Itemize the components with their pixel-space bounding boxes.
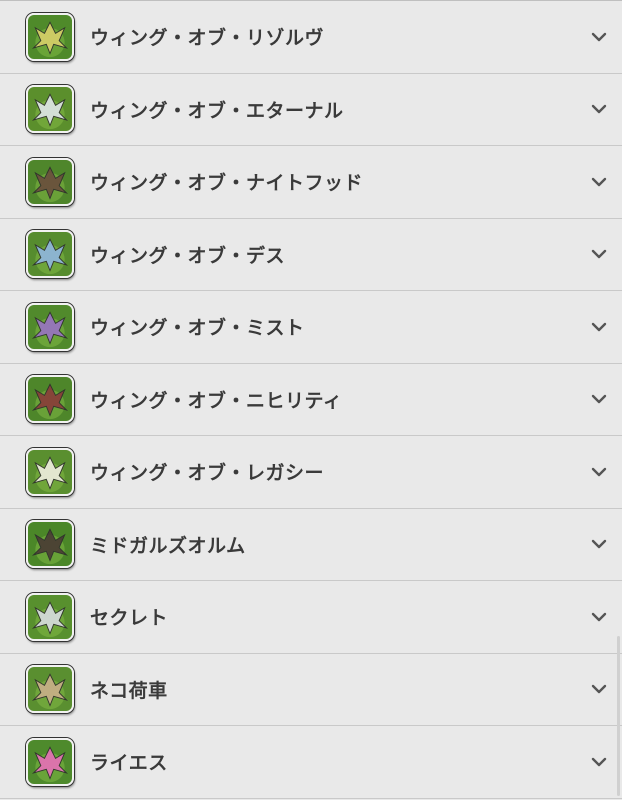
chevron-down-icon[interactable] [590,608,608,626]
wing-of-eternal-icon [26,85,74,134]
wing-of-death-icon [26,230,74,279]
accordion-item-label: ウィング・オブ・ナイトフッド [90,172,364,195]
accordion-item-label: ライエス [90,752,168,775]
accordion-item-label: ミドガルズオルム [90,534,246,557]
sekhret-icon [26,592,74,641]
accordion-item[interactable]: ウィング・オブ・レガシー [0,436,622,509]
accordion-item-label: ウィング・オブ・ニヒリティ [90,389,343,412]
chevron-down-icon[interactable] [590,753,608,771]
accordion-item[interactable]: ウィング・オブ・デス [0,218,622,291]
accordion-item[interactable]: ウィング・オブ・ニヒリティ [0,363,622,436]
accordion-item[interactable]: ウィング・オブ・エターナル [0,73,622,146]
accordion-item-label: ウィング・オブ・デス [90,244,286,267]
chevron-down-icon[interactable] [590,318,608,336]
chevron-down-icon[interactable] [590,28,608,46]
chevron-down-icon[interactable] [590,245,608,263]
chevron-down-icon[interactable] [590,463,608,481]
chevron-down-icon[interactable] [590,100,608,118]
chevron-down-icon[interactable] [590,535,608,553]
accordion-item-label: ウィング・オブ・エターナル [90,99,344,122]
chevron-down-icon[interactable] [590,173,608,191]
accordion-item-label: ネコ荷車 [90,679,168,702]
accordion-item-label: ウィング・オブ・ミスト [90,317,305,340]
chevron-down-icon[interactable] [590,680,608,698]
raiesu-icon [26,737,74,786]
accordion-item[interactable]: ウィング・オブ・リゾルヴ [0,1,622,74]
neko-cart-icon [26,665,74,714]
wing-of-legacy-icon [26,447,74,496]
accordion-item[interactable]: ウィング・オブ・ミスト [0,291,622,364]
wing-of-resolve-icon [26,12,74,61]
wing-of-mist-icon [26,302,74,351]
accordion-item[interactable]: セクレト [0,581,622,654]
accordion-item[interactable]: ライエス [0,726,622,799]
wing-of-knighthood-icon [26,157,74,206]
wing-of-nihility-icon [26,375,74,424]
accordion-item-label: ウィング・オブ・レガシー [90,462,325,485]
scrollbar[interactable] [617,636,620,796]
accordion-item[interactable]: ウィング・オブ・ナイトフッド [0,146,622,219]
accordion-item-label: ウィング・オブ・リゾルヴ [90,27,325,50]
midgardsormr-icon [26,520,74,569]
accordion-item[interactable]: ネコ荷車 [0,653,622,726]
accordion-item-label: セクレト [90,607,169,630]
chevron-down-icon[interactable] [590,390,608,408]
accordion-item[interactable]: ミドガルズオルム [0,508,622,581]
mount-accordion-list: ウィング・オブ・リゾルヴ ウィング・オブ・エターナル ウィング・オブ・ナイトフッドウ… [0,0,622,800]
